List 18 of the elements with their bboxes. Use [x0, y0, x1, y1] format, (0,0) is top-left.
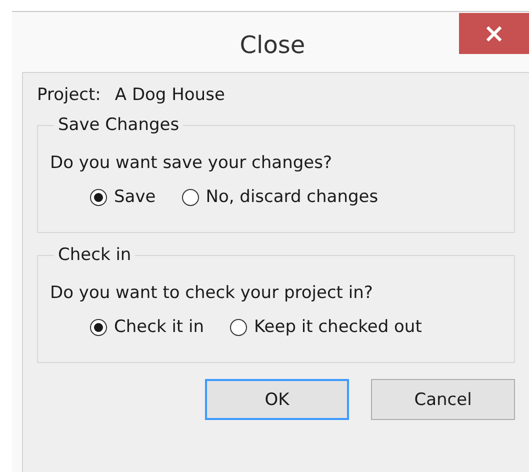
radio-option[interactable]: Check it in: [90, 317, 204, 337]
question-text: Do you want to check your project in?: [50, 283, 374, 303]
project-label: Project:: [37, 85, 101, 105]
radio-button[interactable]: [230, 318, 247, 336]
project-name: A Dog House: [114, 85, 225, 105]
radio-option[interactable]: Keep it checked out: [230, 317, 422, 337]
group-title: Check in: [57, 245, 132, 265]
window-title: Close: [240, 31, 306, 59]
group-title: Save Changes: [57, 115, 180, 135]
radio-option[interactable]: No, discard changes: [182, 187, 378, 207]
radio-button[interactable]: [90, 318, 107, 336]
radio-button[interactable]: [182, 188, 199, 206]
question-text: Do you want save your changes?: [50, 153, 333, 173]
ok-button[interactable]: OK: [205, 379, 349, 420]
radio-option[interactable]: Save: [90, 187, 156, 207]
cancel-button[interactable]: Cancel: [371, 379, 515, 420]
close-button[interactable]: ×: [459, 13, 529, 54]
radio-button[interactable]: [90, 188, 107, 206]
